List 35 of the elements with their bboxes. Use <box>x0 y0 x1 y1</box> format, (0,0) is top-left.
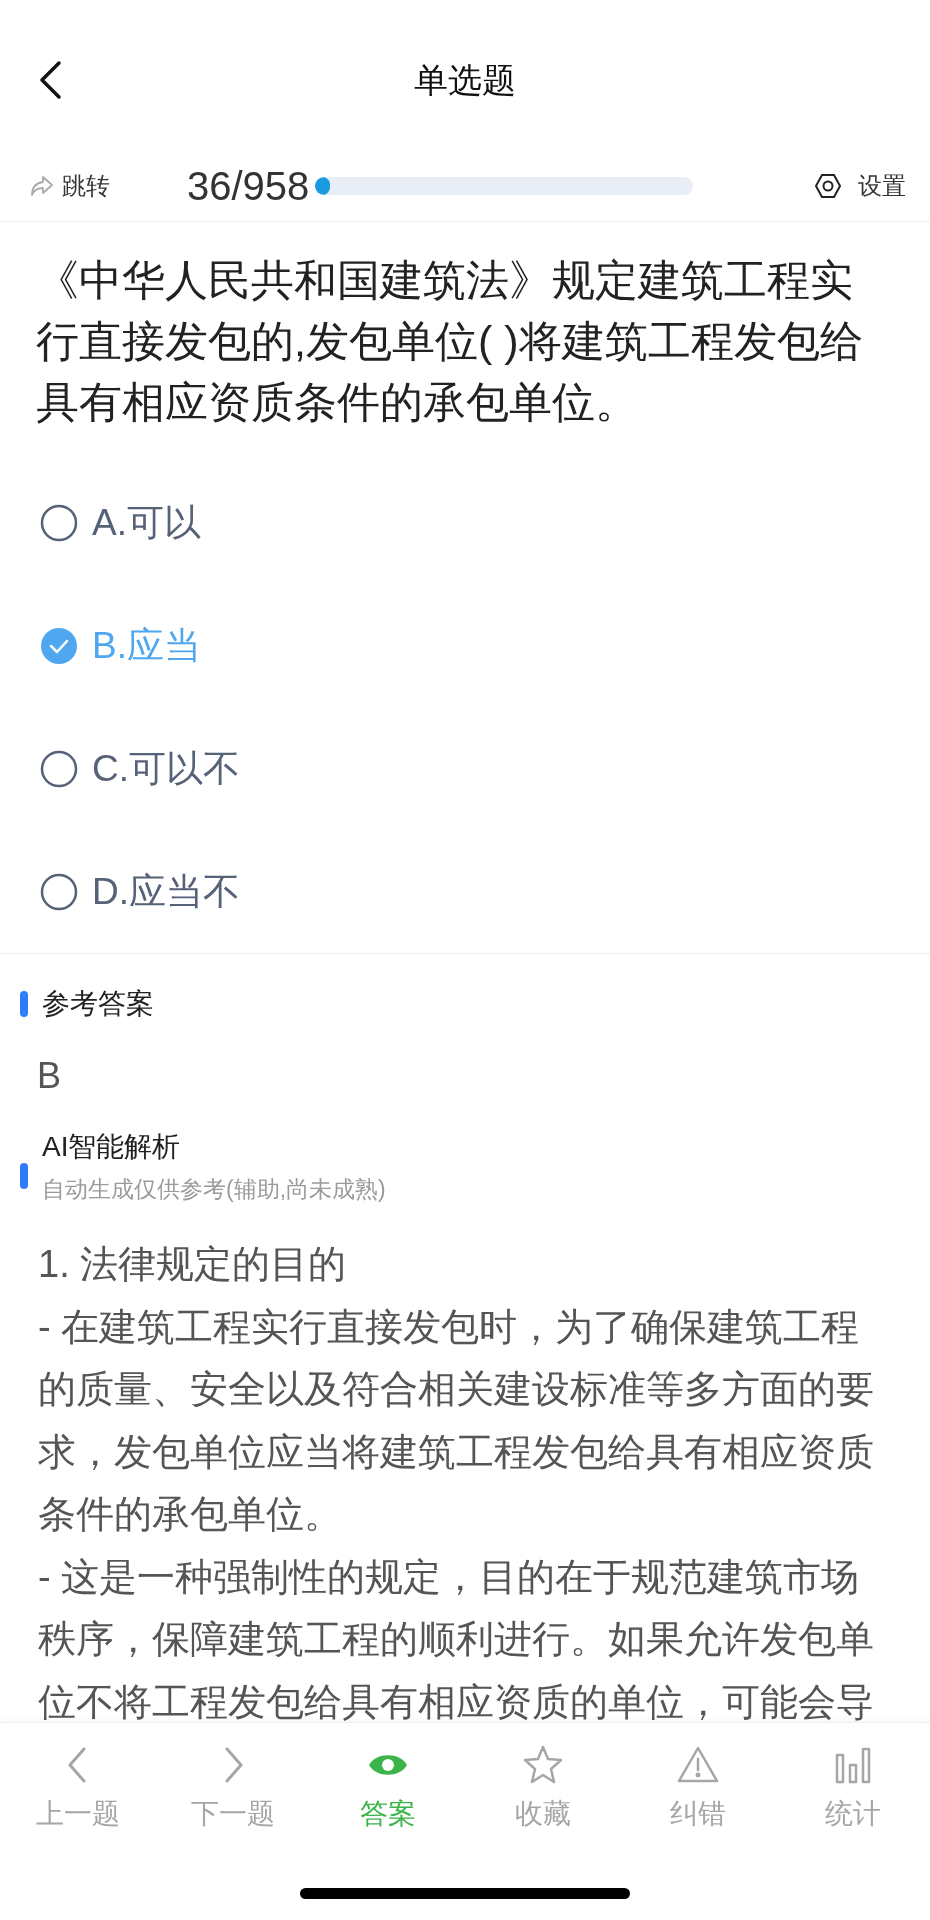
answer-option[interactable]: D.应当不 <box>0 830 930 953</box>
section-title: AI智能解析 <box>42 1130 182 1164</box>
section-marker <box>20 991 28 1017</box>
section-subtitle: 自动生成仅供参考(辅助,尚未成熟) <box>42 1175 386 1204</box>
section-marker <box>20 1162 28 1189</box>
nav-tab[interactable]: 收藏 <box>465 1723 620 1857</box>
analysis-paragraph: - 在建筑工程实行直接发包时，为了确保建筑工程的质量、安全以及符合相关建设标准等多方面的要求，发包单位应当将建筑工程发包给具有相应资质条件的承包单位。 <box>38 1304 875 1537</box>
radio-icon <box>40 749 78 788</box>
settings-icon <box>814 171 842 200</box>
share-arrow-icon <box>30 174 54 197</box>
option-label: D.应当不 <box>92 869 240 914</box>
chevron-left-icon <box>37 60 63 100</box>
option-label: A.可以 <box>92 500 201 545</box>
jump-button[interactable]: 跳转 <box>30 167 110 204</box>
radio-icon <box>40 872 78 911</box>
analysis-paragraph: 1. 法律规定的目的 <box>38 1242 348 1287</box>
progress-count: 36/958 <box>187 162 310 210</box>
nav-tab[interactable]: 答案 <box>310 1723 465 1857</box>
answer-option[interactable]: C.可以不 <box>0 707 930 830</box>
answer-text: B <box>37 1054 62 1098</box>
nav-tab[interactable]: 统计 <box>775 1723 930 1857</box>
radio-checked-icon <box>40 626 78 665</box>
option-label: C.可以不 <box>92 746 240 791</box>
section-title: 参考答案 <box>42 987 154 1021</box>
nav-tab[interactable]: 上一题 <box>0 1723 155 1857</box>
answer-option[interactable]: B.应当 <box>0 584 930 707</box>
question-text: 《中华人民共和国建筑法》规定建筑工程实行直接发包的,发包单位( )将建筑工程发包给具有相应资质条件的承包单位。 <box>35 255 864 428</box>
option-label: B.应当 <box>92 623 201 668</box>
answer-option[interactable]: A.可以 <box>0 461 930 584</box>
analysis-paragraph: - 这是一种强制性的规定，目的在于规范建筑市场秩序，保障建筑工程的顺利进行。如果允许发包单位不将工程发包给具有相应资质的单位，可能会导 <box>38 1554 875 1722</box>
settings-button[interactable]: 设置 <box>814 167 906 204</box>
nav-tab[interactable]: 下一题 <box>155 1723 310 1857</box>
nav-tab[interactable]: 纠错 <box>620 1723 775 1857</box>
page-title: 单选题 <box>414 59 516 101</box>
radio-icon <box>40 503 78 542</box>
